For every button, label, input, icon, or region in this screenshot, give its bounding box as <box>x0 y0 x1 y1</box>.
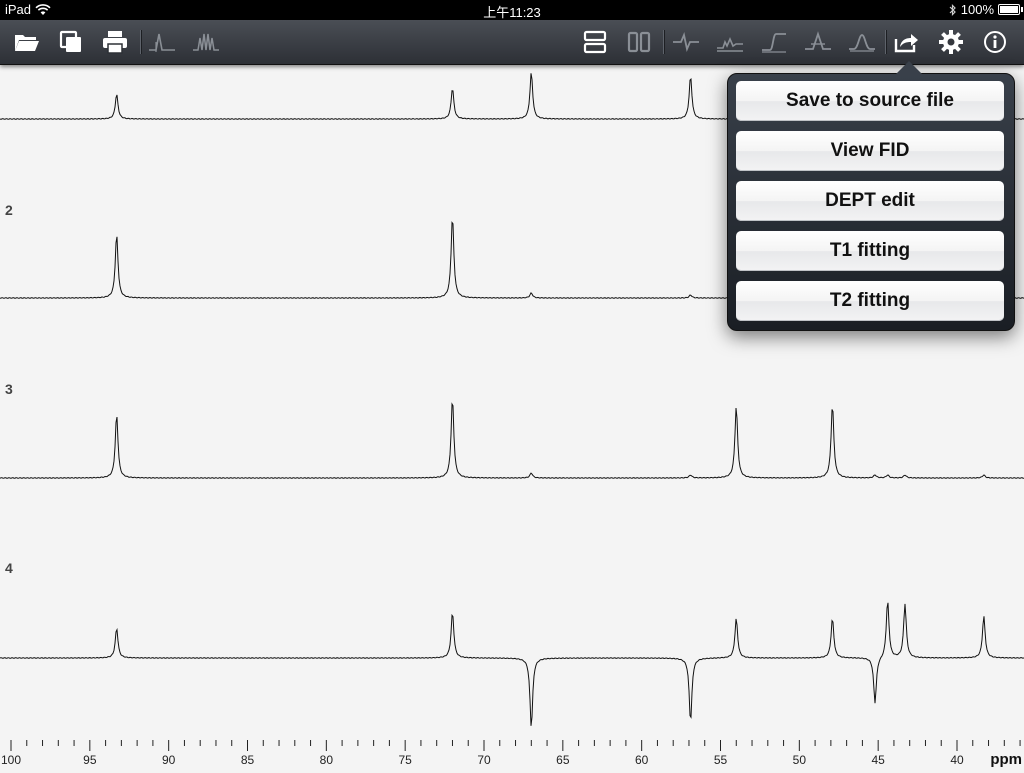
trace-label-4: 4 <box>5 560 13 576</box>
toolbar-divider <box>663 30 664 54</box>
print-icon[interactable] <box>99 26 131 58</box>
trace-label-3: 3 <box>5 381 13 397</box>
view-fid-button[interactable]: View FID <box>736 131 1004 171</box>
axis-tick-label: 50 <box>793 753 807 767</box>
battery-percent: 100% <box>960 2 994 17</box>
baseline-icon[interactable] <box>714 26 746 58</box>
gear-icon[interactable] <box>935 26 967 58</box>
spectrum-trace-4 <box>0 602 1024 726</box>
info-icon[interactable] <box>979 26 1011 58</box>
multiplet-icon[interactable] <box>190 26 222 58</box>
t1-fitting-button[interactable]: T1 fitting <box>736 231 1004 271</box>
axis-tick-label: 70 <box>477 753 491 767</box>
peak-icon[interactable] <box>802 26 834 58</box>
lineshape-icon[interactable] <box>846 26 878 58</box>
status-time: 上午11:23 <box>483 5 541 20</box>
axis-tick-label: 55 <box>714 753 728 767</box>
trace-label-2: 2 <box>5 202 13 218</box>
axis-tick-label: 60 <box>635 753 649 767</box>
axis-tick-label: 100 <box>1 753 21 767</box>
axis-tick-label: 65 <box>556 753 570 767</box>
stack-horizontal-icon[interactable] <box>579 26 611 58</box>
stack-vertical-icon[interactable] <box>623 26 655 58</box>
share-icon[interactable] <box>891 26 923 58</box>
save-to-source-button[interactable]: Save to source file <box>736 81 1004 121</box>
dept-edit-button[interactable]: DEPT edit <box>736 181 1004 221</box>
integrate-icon[interactable] <box>758 26 790 58</box>
popover-arrow <box>896 61 922 74</box>
axis-tick-label: 80 <box>320 753 334 767</box>
peak-pick-icon[interactable] <box>146 26 178 58</box>
status-bar: iPad 上午11:23 100% <box>0 0 1024 20</box>
toolbar-divider <box>885 30 886 54</box>
axis-tick-label: 75 <box>398 753 412 767</box>
open-folder-icon[interactable] <box>11 26 43 58</box>
t2-fitting-button[interactable]: T2 fitting <box>736 281 1004 321</box>
axis-tick-label: 45 <box>871 753 885 767</box>
battery-icon <box>998 4 1023 15</box>
bluetooth-icon <box>949 3 956 16</box>
toolbar <box>0 20 1024 65</box>
phase-icon[interactable] <box>670 26 702 58</box>
copy-icon[interactable] <box>55 26 87 58</box>
axis-tick-label: 90 <box>162 753 176 767</box>
toolbar-divider <box>140 30 141 54</box>
axis-unit-label: ppm <box>990 751 1022 768</box>
status-right: 100% <box>949 2 1023 17</box>
axis-tick-label: 85 <box>241 753 255 767</box>
spectrum-trace-3 <box>0 402 1024 479</box>
axis-tick-label: 40 <box>950 753 964 767</box>
axis-tick-label: 95 <box>83 753 97 767</box>
share-menu: Save to source file View FID DEPT edit T… <box>727 73 1015 331</box>
